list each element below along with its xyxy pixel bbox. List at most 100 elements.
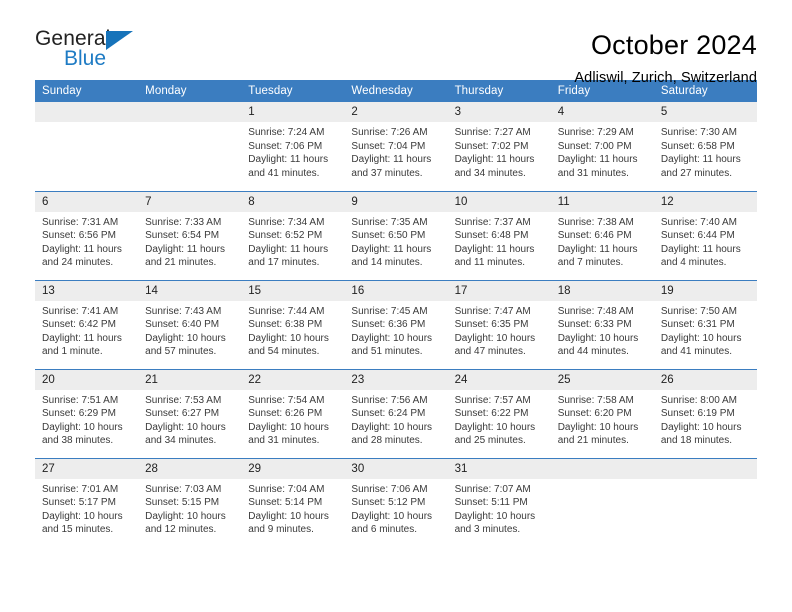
sunrise-text: Sunrise: 7:50 AM	[660, 305, 737, 317]
sunset-text: Sunset: 6:22 PM	[454, 408, 529, 420]
day-number: 13	[35, 280, 139, 301]
daylight-text: Daylight: 10 hours and 25 minutes.	[454, 421, 536, 447]
daylight-text: Daylight: 11 hours and 21 minutes.	[145, 243, 225, 269]
sunrise-text: Sunrise: 7:40 AM	[660, 216, 737, 228]
calendar-day-cell[interactable]: 28 Sunrise: 7:03 AM Sunset: 5:15 PM Dayligh…	[138, 457, 242, 547]
calendar-day-cell[interactable]: 3 Sunrise: 7:27 AM Sunset: 7:02 PM Daylight…	[447, 102, 551, 191]
sunset-text: Sunset: 6:52 PM	[248, 230, 323, 242]
sunset-text: Sunset: 6:54 PM	[145, 230, 220, 242]
calendar-day-cell[interactable]: 8 Sunrise: 7:34 AM Sunset: 6:52 PM Daylight…	[241, 190, 345, 280]
page-title: October 2024	[590, 30, 757, 60]
daylight-text: Daylight: 10 hours and 31 minutes.	[248, 421, 329, 447]
daylight-text: Daylight: 10 hours and 3 minutes.	[454, 510, 536, 536]
calendar-day-cell[interactable]: 15 Sunrise: 7:44 AM Sunset: 6:38 PM Dayligh…	[241, 279, 345, 369]
sunset-text: Sunset: 6:46 PM	[557, 230, 632, 242]
daylight-text: Daylight: 10 hours and 15 minutes.	[42, 510, 123, 536]
calendar-day-cell[interactable]: 1 Sunrise: 7:24 AM Sunset: 7:06 PM Daylight…	[241, 102, 345, 191]
day-details: Sunrise: 7:40 AM Sunset: 6:44 PM Daylight:…	[654, 212, 757, 270]
calendar-day-cell[interactable]: 19 Sunrise: 7:50 AM Sunset: 6:31 PM Dayligh…	[653, 279, 757, 369]
day-number: 5	[653, 102, 757, 122]
title-block: October 2024 Adliswil, Zurich, Switzerla…	[574, 28, 757, 86]
calendar-day-cell[interactable]: 9 Sunrise: 7:35 AM Sunset: 6:50 PM Daylight…	[344, 190, 448, 280]
sunset-text: Sunset: 6:56 PM	[42, 230, 116, 242]
calendar-day-cell[interactable]: 12 Sunrise: 7:40 AM Sunset: 6:44 PM Dayligh…	[653, 190, 757, 280]
day-number: 26	[653, 369, 757, 390]
calendar-day-cell[interactable]: 2 Sunrise: 7:26 AM Sunset: 7:04 PM Daylight…	[344, 102, 448, 191]
sunset-text: Sunset: 6:58 PM	[660, 140, 735, 152]
day-number: 22	[241, 369, 345, 390]
calendar-day-cell[interactable]: 29 Sunrise: 7:04 AM Sunset: 5:14 PM Dayligh…	[241, 457, 345, 547]
calendar-day-cell[interactable]: 18 Sunrise: 7:48 AM Sunset: 6:33 PM Dayligh…	[550, 279, 654, 369]
daylight-text: Daylight: 10 hours and 51 minutes.	[351, 332, 433, 358]
calendar-day-cell[interactable]: 20 Sunrise: 7:51 AM Sunset: 6:29 PM Dayligh…	[35, 368, 139, 458]
calendar-page: General Blue October 2024 Adliswil, Zuri…	[0, 0, 792, 612]
day-details: Sunrise: 7:37 AM Sunset: 6:48 PM Daylight:…	[448, 212, 551, 270]
sunrise-text: Sunrise: 7:33 AM	[145, 216, 222, 228]
calendar-day-cell[interactable]: 31 Sunrise: 7:07 AM Sunset: 5:11 PM Dayligh…	[447, 457, 551, 547]
day-details: Sunrise: 7:56 AM Sunset: 6:24 PM Daylight:…	[344, 390, 447, 448]
sunrise-text: Sunrise: 7:26 AM	[351, 127, 428, 138]
calendar-day-cell[interactable]: 17 Sunrise: 7:47 AM Sunset: 6:35 PM Dayligh…	[447, 279, 551, 369]
day-number: 14	[138, 280, 242, 301]
daylight-text: Daylight: 11 hours and 14 minutes.	[351, 243, 432, 269]
day-number: 28	[138, 458, 242, 479]
calendar-day-cell[interactable]: 10 Sunrise: 7:37 AM Sunset: 6:48 PM Dayligh…	[447, 190, 551, 280]
calendar-day-cell[interactable]: 21 Sunrise: 7:53 AM Sunset: 6:27 PM Dayligh…	[138, 368, 242, 458]
day-details: Sunrise: 7:27 AM Sunset: 7:02 PM Daylight:…	[448, 122, 551, 180]
day-details: Sunrise: 7:44 AM Sunset: 6:38 PM Daylight:…	[241, 301, 344, 359]
sunset-text: Sunset: 6:29 PM	[42, 408, 116, 420]
day-number: 8	[241, 191, 345, 212]
day-details: Sunrise: 7:33 AM Sunset: 6:54 PM Daylight:…	[138, 212, 241, 270]
sunset-text: Sunset: 5:11 PM	[454, 497, 528, 509]
daylight-text: Daylight: 10 hours and 47 minutes.	[454, 332, 536, 358]
sunset-text: Sunset: 6:27 PM	[145, 408, 220, 420]
calendar-day-cell-empty	[35, 102, 139, 191]
generalblue-logo: General Blue	[35, 28, 150, 74]
day-number: 31	[447, 458, 551, 479]
sunrise-text: Sunrise: 8:00 AM	[660, 394, 737, 406]
calendar-day-cell[interactable]: 14 Sunrise: 7:43 AM Sunset: 6:40 PM Dayligh…	[138, 279, 242, 369]
calendar-day-cell[interactable]: 27 Sunrise: 7:01 AM Sunset: 5:17 PM Dayligh…	[35, 457, 139, 547]
day-number: 12	[653, 191, 757, 212]
calendar-day-cell[interactable]: 7 Sunrise: 7:33 AM Sunset: 6:54 PM Daylight…	[138, 190, 242, 280]
daylight-text: Daylight: 11 hours and 1 minute.	[42, 332, 122, 358]
sunrise-text: Sunrise: 7:45 AM	[351, 305, 428, 317]
day-details: Sunrise: 7:38 AM Sunset: 6:46 PM Daylight:…	[551, 212, 654, 270]
day-details: Sunrise: 7:47 AM Sunset: 6:35 PM Daylight:…	[448, 301, 551, 359]
sunset-text: Sunset: 6:31 PM	[660, 319, 735, 331]
calendar-day-cell[interactable]: 26 Sunrise: 8:00 AM Sunset: 6:19 PM Dayligh…	[653, 368, 757, 458]
calendar-day-cell[interactable]: 22 Sunrise: 7:54 AM Sunset: 6:26 PM Dayligh…	[241, 368, 345, 458]
daylight-text: Daylight: 10 hours and 41 minutes.	[660, 332, 742, 358]
calendar-day-cell[interactable]: 30 Sunrise: 7:06 AM Sunset: 5:12 PM Dayligh…	[344, 457, 448, 547]
day-number: 19	[653, 280, 757, 301]
calendar-day-cell[interactable]: 25 Sunrise: 7:58 AM Sunset: 6:20 PM Dayligh…	[550, 368, 654, 458]
calendar-week-row: 20 Sunrise: 7:51 AM Sunset: 6:29 PM Dayligh…	[35, 368, 757, 458]
day-number: 9	[344, 191, 448, 212]
calendar-week-row: 13 Sunrise: 7:41 AM Sunset: 6:42 PM Dayligh…	[35, 279, 757, 369]
day-details: Sunrise: 7:29 AM Sunset: 7:00 PM Daylight:…	[551, 122, 654, 180]
calendar-day-cell[interactable]: 4 Sunrise: 7:29 AM Sunset: 7:00 PM Daylight…	[550, 102, 654, 191]
sunrise-text: Sunrise: 7:44 AM	[248, 305, 325, 317]
calendar-day-cell[interactable]: 6 Sunrise: 7:31 AM Sunset: 6:56 PM Daylight…	[35, 190, 139, 280]
daylight-text: Daylight: 11 hours and 4 minutes.	[660, 243, 741, 269]
daylight-text: Daylight: 10 hours and 44 minutes.	[557, 332, 639, 358]
calendar-day-cell[interactable]: 16 Sunrise: 7:45 AM Sunset: 6:36 PM Dayligh…	[344, 279, 448, 369]
day-details: Sunrise: 7:58 AM Sunset: 6:20 PM Daylight:…	[551, 390, 654, 448]
calendar-day-cell[interactable]: 24 Sunrise: 7:57 AM Sunset: 6:22 PM Dayligh…	[447, 368, 551, 458]
sunset-text: Sunset: 5:17 PM	[42, 497, 116, 509]
calendar-day-cell[interactable]: 23 Sunrise: 7:56 AM Sunset: 6:24 PM Dayligh…	[344, 368, 448, 458]
weekday-header-tuesday: Tuesday	[241, 80, 345, 102]
day-number: 23	[344, 369, 448, 390]
day-details: Sunrise: 7:24 AM Sunset: 7:06 PM Daylight:…	[241, 122, 344, 180]
daylight-text: Daylight: 10 hours and 34 minutes.	[145, 421, 226, 447]
calendar-day-cell[interactable]: 13 Sunrise: 7:41 AM Sunset: 6:42 PM Dayligh…	[35, 279, 139, 369]
calendar-day-cell[interactable]: 5 Sunrise: 7:30 AM Sunset: 6:58 PM Daylight…	[653, 102, 757, 191]
sunrise-text: Sunrise: 7:27 AM	[454, 127, 531, 138]
calendar-day-cell[interactable]: 11 Sunrise: 7:38 AM Sunset: 6:46 PM Dayligh…	[550, 190, 654, 280]
sunrise-text: Sunrise: 7:47 AM	[454, 305, 531, 317]
daylight-text: Daylight: 10 hours and 57 minutes.	[145, 332, 226, 358]
day-details: Sunrise: 7:50 AM Sunset: 6:31 PM Daylight:…	[654, 301, 757, 359]
sunset-text: Sunset: 7:00 PM	[557, 140, 632, 152]
daylight-text: Daylight: 10 hours and 12 minutes.	[145, 510, 226, 536]
daylight-text: Daylight: 11 hours and 37 minutes.	[351, 154, 432, 179]
